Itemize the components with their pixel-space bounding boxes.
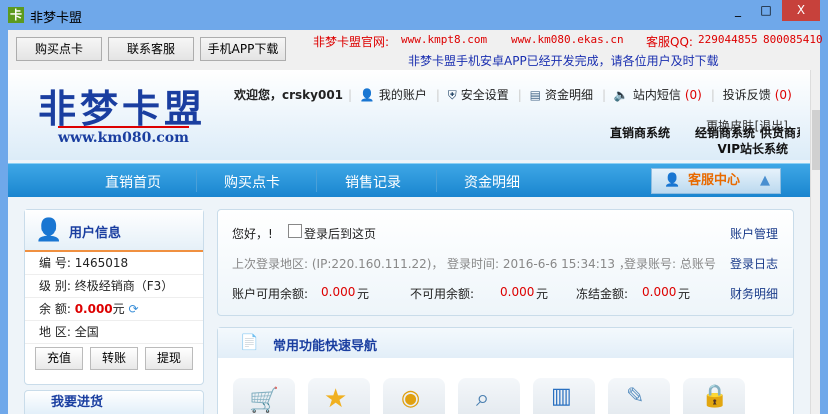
messages-link[interactable]: 站内短信	[633, 88, 681, 102]
title-bar: 卡 非梦卡盟 _ □ X	[0, 0, 828, 30]
region-label: 地 区:	[39, 325, 71, 339]
scrollbar[interactable]	[810, 70, 820, 414]
available-label: 账户可用余额:	[232, 287, 309, 301]
recharge-button[interactable]: 充值	[35, 347, 83, 370]
qq-1: 229044855	[698, 33, 758, 46]
quick-nav-panel: 📄 常用功能快速导航 🛒 ★ ◉ ⌕ ▥ ✎ 🔒	[217, 327, 794, 414]
scrollbar-thumb[interactable]	[812, 110, 820, 170]
login-log-link[interactable]: 登录日志	[730, 255, 778, 272]
last-login-region: 上次登录地区: (IP:220.160.111.22)，	[232, 257, 444, 271]
qq-label: 客服QQ:	[646, 35, 693, 49]
document-edit-icon[interactable]: ✎	[608, 378, 670, 414]
nav-sales-record[interactable]: 销售记录	[345, 172, 401, 192]
balance-label: 余 额:	[39, 302, 71, 316]
buy-card-button[interactable]: 购买点卡	[16, 37, 102, 61]
web-content: 非梦卡盟 www.km080.com 欢迎您，crsky001 | 👤 我的账户 | …	[8, 70, 810, 414]
level-value: 终极经销商（F3）	[74, 279, 174, 293]
app-notice: 非梦卡盟手机安卓APP已经开发完成，请各位用户及时下载	[408, 54, 719, 68]
nav-buy-card[interactable]: 购买点卡	[224, 172, 280, 192]
site-link-1[interactable]: www.kmpt8.com	[401, 33, 487, 46]
logo-url: www.km080.com	[58, 126, 189, 146]
maximize-button[interactable]: □	[752, 0, 780, 21]
login-page-checkbox[interactable]	[288, 224, 302, 238]
site-label: 非梦卡盟官网:	[313, 35, 390, 49]
toolbar: 购买点卡 联系客服 手机APP下载 非梦卡盟官网: www.kmpt8.com …	[8, 30, 823, 70]
transfer-button[interactable]: 转账	[90, 347, 138, 370]
site-link-2[interactable]: www.km080.ekas.cn	[511, 33, 624, 46]
user-icon: 👤	[359, 88, 375, 102]
logo: 非梦卡盟	[38, 87, 207, 131]
security-link[interactable]: 安全设置	[461, 88, 509, 102]
supplier-system-link[interactable]: 供货商系统	[760, 124, 800, 140]
search-icon[interactable]: ⌕	[458, 378, 520, 414]
nav-home[interactable]: 直销首页	[105, 172, 161, 192]
login-time: 登录时间: 2016-6-6 15:34:13 ，	[447, 257, 631, 271]
refresh-icon[interactable]: ⟳	[129, 302, 139, 316]
minimize-button[interactable]: _	[724, 0, 752, 21]
frozen-value: 0.000	[642, 285, 677, 299]
star-icon[interactable]: ★	[308, 378, 370, 414]
app-download-button[interactable]: 手机APP下载	[200, 37, 286, 61]
speaker-icon: 🔈	[613, 88, 629, 102]
region-value: 全国	[74, 325, 99, 339]
user-info-panel: 👤 用户信息 编 号: 1465018 级 别: 终极经销商（F3） 余 额: …	[24, 209, 204, 385]
service-center-label: 客服中心	[688, 173, 741, 188]
purchase-panel-title[interactable]: 我要进货	[51, 395, 103, 411]
id-label: 编 号:	[39, 256, 71, 270]
available-value: 0.000	[321, 285, 356, 299]
vip-system-link[interactable]: VIP站长系统	[717, 140, 788, 157]
service-center-button[interactable]: 👤 客服中心 ▲	[651, 168, 781, 194]
finance-detail-link[interactable]: 财务明细	[730, 285, 778, 302]
unavailable-label: 不可用余额:	[410, 287, 475, 301]
main-nav: 直销首页 购买点卡 销售记录 资金明细 👤 客服中心 ▲	[8, 163, 810, 197]
balance-value: 0.000	[74, 302, 113, 316]
my-account-link[interactable]: 我的账户	[379, 88, 427, 102]
account-manage-link[interactable]: 账户管理	[730, 225, 778, 242]
qq-2: 800085410	[763, 33, 823, 46]
cart-icon[interactable]: 🛒	[233, 378, 295, 414]
close-button[interactable]: X	[782, 0, 820, 21]
window-title: 非梦卡盟	[30, 11, 83, 26]
app-icon: 卡	[8, 7, 24, 23]
welcome-text: 欢迎您，crsky001	[234, 88, 344, 102]
withdraw-button[interactable]: 提现	[145, 347, 193, 370]
quick-nav-title: 常用功能快速导航	[273, 339, 378, 354]
shield-icon: ⛨	[447, 88, 457, 102]
frozen-unit: 元	[678, 287, 691, 301]
funds-link[interactable]: 资金明细	[545, 88, 593, 102]
unavailable-value: 0.000	[500, 285, 535, 299]
login-page-label: 登录后到这页	[304, 227, 377, 241]
contact-service-button[interactable]: 联系客服	[108, 37, 194, 61]
balance-unit: 元	[112, 302, 125, 316]
distributor-system-link[interactable]: 经销商系统	[695, 124, 755, 141]
lock-icon[interactable]: 🔒	[683, 378, 745, 414]
chevron-up-icon: ▲	[760, 173, 770, 188]
coins-icon[interactable]: ◉	[383, 378, 445, 414]
id-value: 1465018	[74, 256, 129, 270]
header: 非梦卡盟 www.km080.com 欢迎您，crsky001 | 👤 我的账户 | …	[8, 70, 810, 160]
unavailable-unit: 元	[536, 287, 549, 301]
nav-funds[interactable]: 资金明细	[464, 172, 520, 192]
direct-system-link[interactable]: 直销商系统	[610, 124, 670, 141]
level-label: 级 别:	[39, 279, 71, 293]
ledger-icon: ▤	[529, 88, 541, 102]
purchase-panel: 我要进货	[24, 390, 204, 414]
user-avatar-icon: 👤	[35, 218, 63, 243]
document-icon: 📄	[240, 333, 259, 351]
user-info-title: 用户信息	[69, 226, 122, 241]
chart-icon[interactable]: ▥	[533, 378, 595, 414]
available-unit: 元	[357, 287, 370, 301]
frozen-label: 冻结金额:	[576, 287, 629, 301]
login-account: 登录账号: 总账号	[624, 257, 716, 271]
message-count: (0)	[684, 88, 702, 102]
account-panel: 您好，! 登录后到这页 上次登录地区: (IP:220.160.111.22)，…	[217, 209, 794, 316]
complaint-count: (0)	[774, 88, 792, 102]
top-links: 欢迎您，crsky001 | 👤 我的账户 | ⛨ 安全设置 | ▤ 资金明细 | 🔈 站内短信…	[234, 88, 792, 102]
agent-icon: 👤	[664, 173, 681, 188]
complaint-link[interactable]: 投诉反馈	[723, 88, 771, 102]
greeting: 您好，!	[232, 227, 273, 241]
